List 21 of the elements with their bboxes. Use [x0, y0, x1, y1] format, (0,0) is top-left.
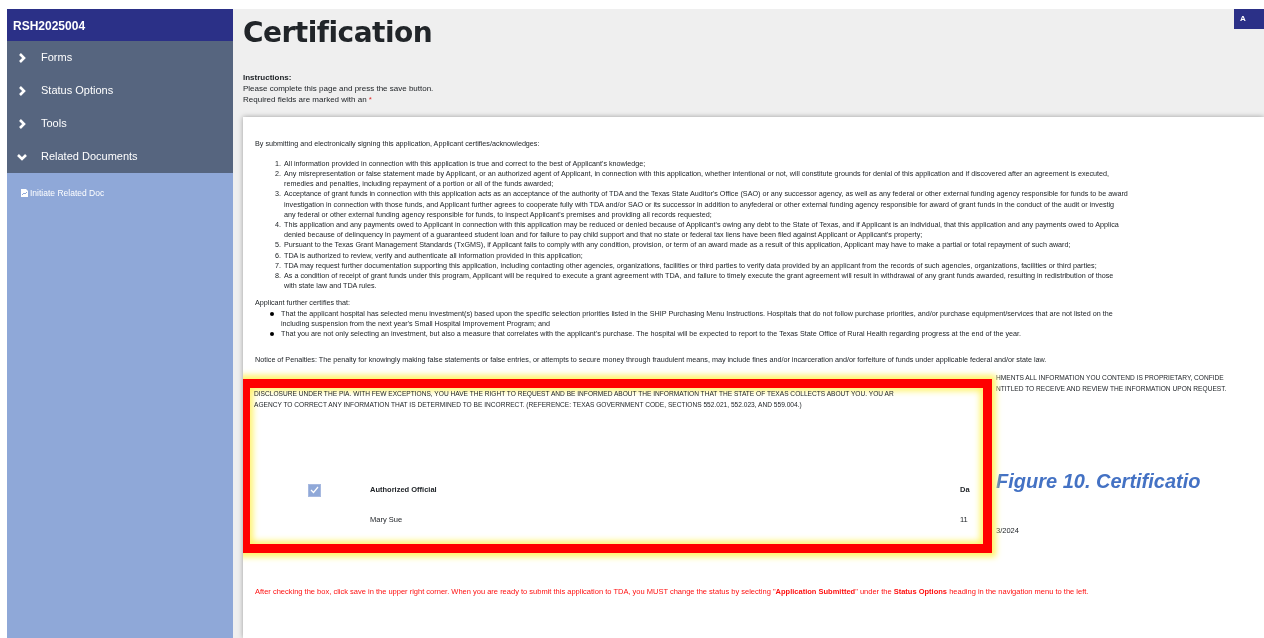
sidebar-title: RSH2025004: [7, 9, 233, 41]
sidebar-item[interactable]: Tools: [7, 107, 233, 140]
required-mark: *: [368, 94, 372, 104]
chevron-right-icon: [17, 85, 27, 96]
bullet-icon: [270, 332, 274, 337]
sidebar-item[interactable]: Status Options: [7, 74, 233, 107]
instructions-text: Please complete this page and press the save button.: [243, 82, 435, 94]
bullet-icon: [270, 311, 274, 316]
page-title: Certification: [243, 16, 433, 50]
instructions-heading: Instructions:: [243, 71, 293, 83]
chevron-right-icon: [17, 52, 27, 63]
sidebar-item[interactable]: Related Documents: [7, 140, 233, 173]
chevron-right-icon: [17, 118, 27, 129]
chevron-down-icon: [17, 151, 27, 162]
figure-caption: Figure 10. Certificatio: [996, 468, 1202, 493]
check-icon: [310, 486, 319, 495]
action-button[interactable]: A: [1234, 9, 1264, 29]
signature-checkbox[interactable]: [308, 483, 321, 497]
instructions-text: Required fields are marked with an: [243, 94, 368, 104]
sidebar-item[interactable]: Forms: [7, 41, 233, 74]
document-icon: [21, 189, 28, 198]
